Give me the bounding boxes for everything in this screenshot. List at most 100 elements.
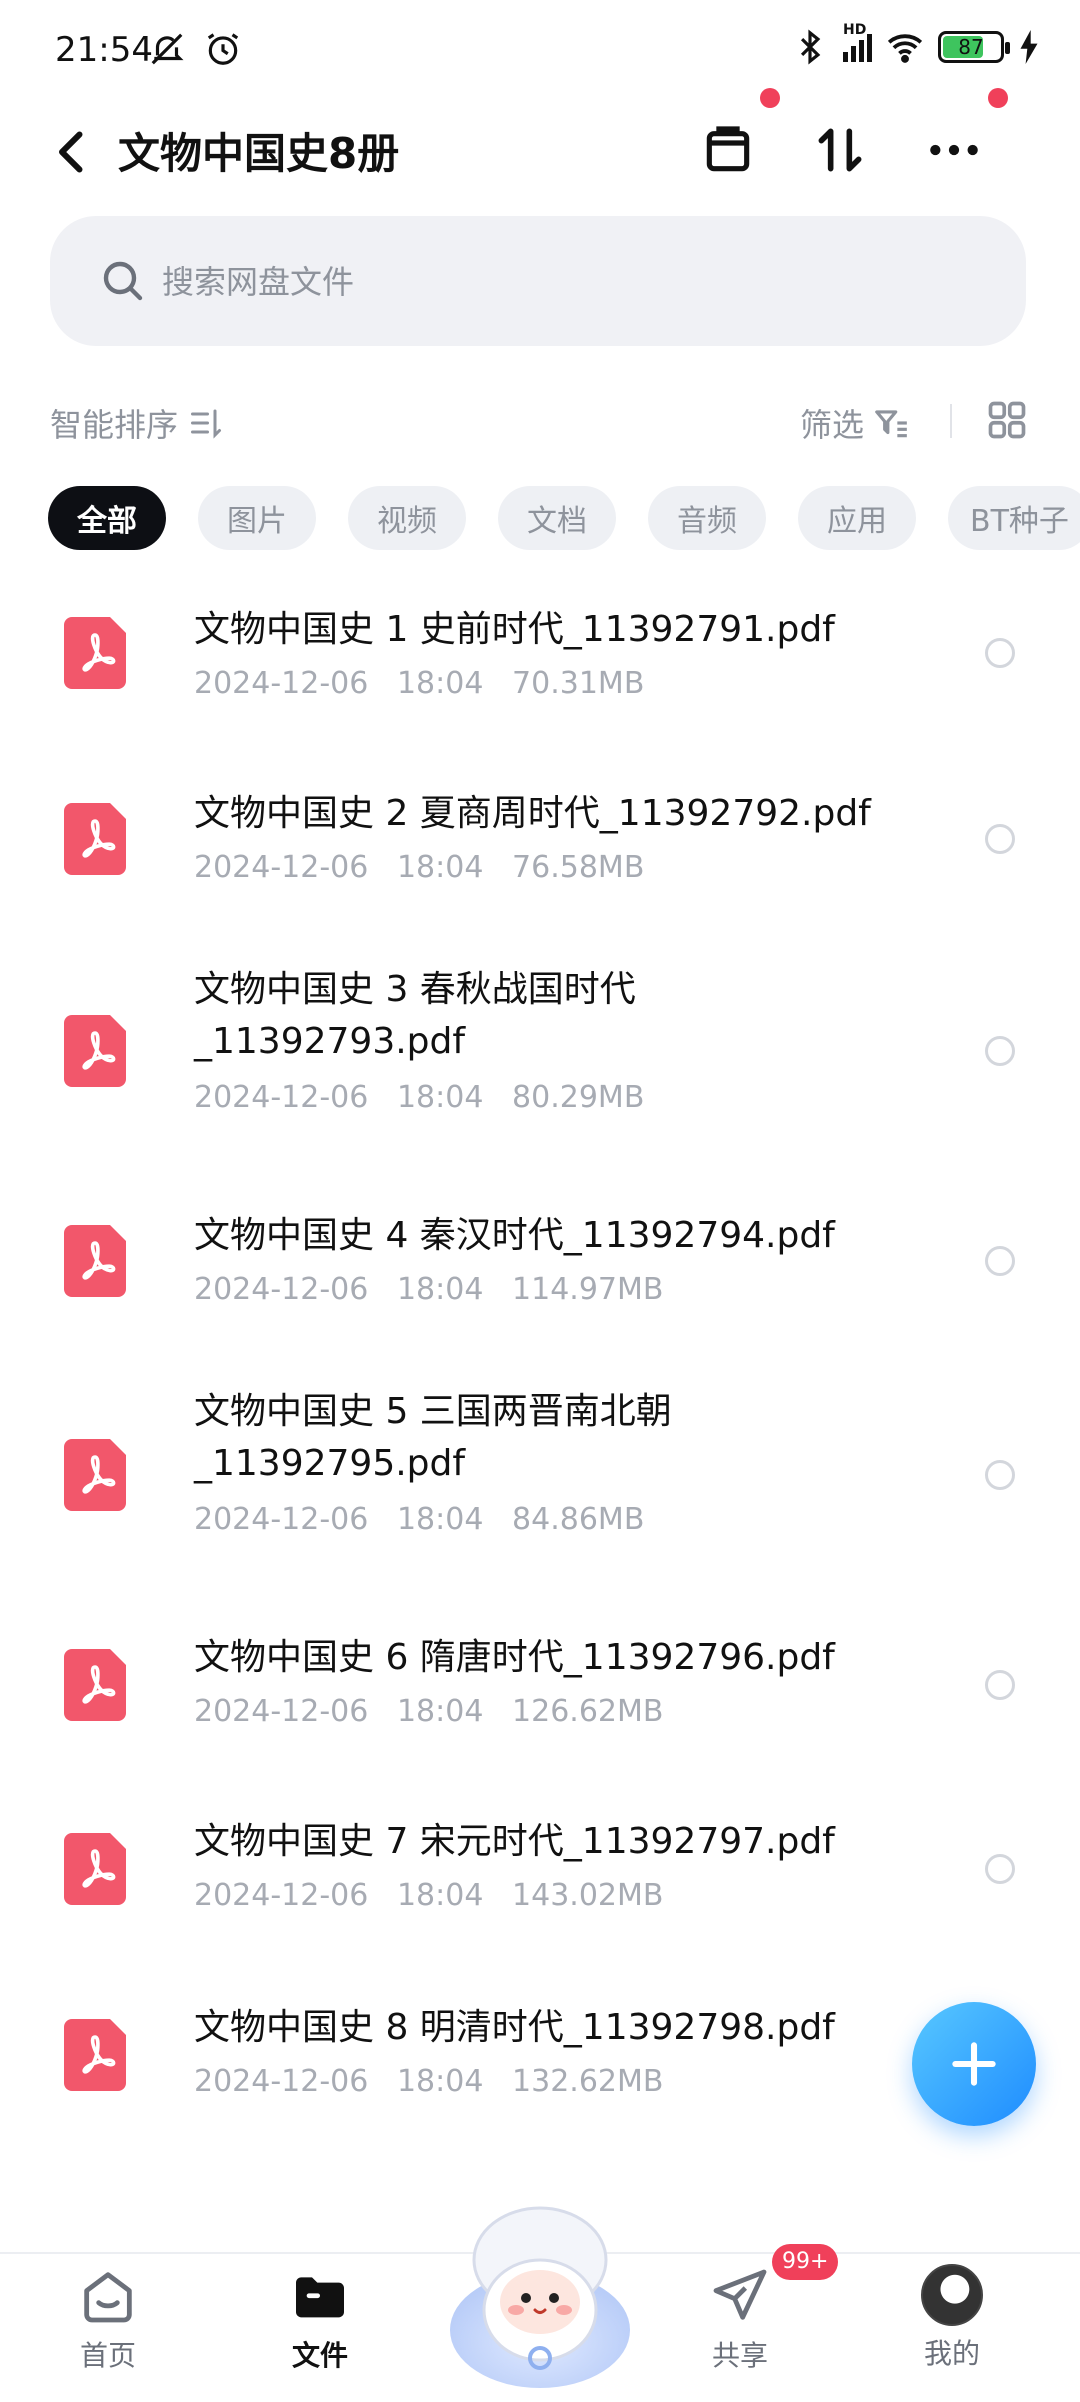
paper-plane-icon xyxy=(713,2269,767,2320)
file-date: 2024-12-06 xyxy=(194,1502,369,1537)
pdf-file-icon xyxy=(64,803,126,875)
battery-percent: 87 xyxy=(958,35,984,59)
add-button[interactable] xyxy=(912,2002,1036,2126)
file-date: 2024-12-06 xyxy=(194,1694,369,1729)
file-row[interactable]: 文物中国史 5 三国两晋南北朝_11392795.pdf 2024-12-06 … xyxy=(0,1356,1080,1594)
chip-documents[interactable]: 文档 xyxy=(498,486,616,550)
file-name: 文物中国史 7 宋元时代_11392797.pdf xyxy=(194,1821,835,1862)
file-name: 文物中国史 6 隋唐时代_11392796.pdf xyxy=(194,1637,835,1678)
nav-mine[interactable]: 我的 xyxy=(882,2264,1022,2394)
file-date: 2024-12-06 xyxy=(194,1272,369,1307)
category-chips: 全部 图片 视频 文档 音频 应用 BT种子 xyxy=(48,486,1080,550)
cellular-signal-icon: HD xyxy=(843,22,872,62)
file-date: 2024-12-06 xyxy=(194,666,369,701)
network-type-label: HD xyxy=(843,22,867,38)
more-button[interactable] xyxy=(918,114,990,186)
file-size: 132.62MB xyxy=(512,2064,664,2099)
filter-icon xyxy=(875,410,907,438)
file-time: 18:04 xyxy=(396,850,484,885)
chip-videos[interactable]: 视频 xyxy=(348,486,466,550)
file-name: 文物中国史 3 春秋战国时代_11392793.pdf xyxy=(194,969,636,1062)
notification-dot xyxy=(760,88,780,108)
pdf-file-icon xyxy=(64,1833,126,1905)
grid-view-icon[interactable] xyxy=(985,398,1029,442)
file-meta: 2024-12-06 18:04 76.58MB xyxy=(194,850,644,885)
pdf-file-icon xyxy=(64,1225,126,1297)
search-bar[interactable] xyxy=(50,216,1026,348)
file-size: 80.29MB xyxy=(512,1080,645,1115)
divider xyxy=(950,404,952,438)
notification-dot xyxy=(988,88,1008,108)
select-radio[interactable] xyxy=(985,824,1015,854)
file-meta: 2024-12-06 18:04 114.97MB xyxy=(194,1272,663,1307)
file-meta: 2024-12-06 18:04 70.31MB xyxy=(194,666,644,701)
file-row[interactable]: 文物中国史 7 宋元时代_11392797.pdf 2024-12-06 18:… xyxy=(0,1780,1080,1966)
file-date: 2024-12-06 xyxy=(194,1080,369,1115)
file-row[interactable]: 文物中国史 4 秦汉时代_11392794.pdf 2024-12-06 18:… xyxy=(0,1170,1080,1356)
assistant-mascot-icon[interactable] xyxy=(438,2190,642,2390)
nav-share-label: 共享 xyxy=(711,2339,768,2372)
pdf-file-icon xyxy=(64,2019,126,2091)
pdf-file-icon xyxy=(64,617,126,689)
top-app-bar: 文物中国史8册 xyxy=(0,88,1080,210)
file-meta: 2024-12-06 18:04 132.62MB xyxy=(194,2064,663,2099)
file-meta: 2024-12-06 18:04 143.02MB xyxy=(194,1878,663,1913)
file-size: 126.62MB xyxy=(512,1694,664,1729)
status-bar: 21:54 HD 87 xyxy=(0,0,1080,100)
transfer-arrows-icon xyxy=(818,128,862,172)
chip-audio[interactable]: 音频 xyxy=(648,486,766,550)
status-time: 21:54 xyxy=(55,30,153,70)
file-name: 文物中国史 8 明清时代_11392798.pdf xyxy=(194,2007,835,2048)
recycle-box-button[interactable] xyxy=(692,114,764,186)
chip-bt-torrents[interactable]: BT种子 xyxy=(948,486,1080,550)
file-row[interactable]: 文物中国史 1 史前时代_11392791.pdf 2024-12-06 18:… xyxy=(0,560,1080,746)
file-date: 2024-12-06 xyxy=(194,850,369,885)
nav-home[interactable]: 首页 xyxy=(38,2264,178,2394)
sort-label: 智能排序 xyxy=(50,406,179,444)
chip-apps[interactable]: 应用 xyxy=(798,486,916,550)
sort-filter-row: 智能排序 筛选 xyxy=(0,390,1080,450)
transfer-button[interactable] xyxy=(804,114,876,186)
file-time: 18:04 xyxy=(396,1878,484,1913)
file-row[interactable]: 文物中国史 3 春秋战国时代_11392793.pdf 2024-12-06 1… xyxy=(0,932,1080,1170)
smart-sort-button[interactable]: 智能排序 xyxy=(50,400,224,446)
nav-home-label: 首页 xyxy=(79,2339,136,2372)
file-time: 18:04 xyxy=(396,1080,484,1115)
file-row[interactable]: 文物中国史 6 隋唐时代_11392796.pdf 2024-12-06 18:… xyxy=(0,1594,1080,1780)
bell-muted-icon xyxy=(151,33,184,65)
file-name: 文物中国史 4 秦汉时代_11392794.pdf xyxy=(194,1215,835,1256)
nav-files[interactable]: 文件 xyxy=(250,2264,390,2394)
select-radio[interactable] xyxy=(985,1246,1015,1276)
bluetooth-icon xyxy=(800,29,821,65)
select-radio[interactable] xyxy=(985,1670,1015,1700)
select-radio[interactable] xyxy=(985,638,1015,668)
file-time: 18:04 xyxy=(396,1272,484,1307)
wifi-icon xyxy=(887,34,923,63)
nav-files-label: 文件 xyxy=(291,2339,348,2372)
pdf-file-icon xyxy=(64,1649,126,1721)
file-meta: 2024-12-06 18:04 84.86MB xyxy=(194,1502,644,1537)
home-icon xyxy=(84,2272,132,2323)
chip-images[interactable]: 图片 xyxy=(198,486,316,550)
sort-icon xyxy=(191,409,222,439)
file-date: 2024-12-06 xyxy=(194,2064,369,2099)
select-radio[interactable] xyxy=(985,1460,1015,1490)
file-size: 143.02MB xyxy=(512,1878,664,1913)
file-name: 文物中国史 1 史前时代_11392791.pdf xyxy=(194,609,835,650)
select-radio[interactable] xyxy=(985,1036,1015,1066)
file-row[interactable]: 文物中国史 2 夏商周时代_11392792.pdf 2024-12-06 18… xyxy=(0,746,1080,932)
chip-all[interactable]: 全部 xyxy=(48,486,166,550)
pdf-file-icon xyxy=(64,1015,126,1087)
pdf-file-icon xyxy=(64,1439,126,1511)
file-name: 文物中国史 2 夏商周时代_11392792.pdf xyxy=(194,793,871,834)
alarm-icon xyxy=(207,33,239,65)
nav-share[interactable]: 共享 xyxy=(670,2264,810,2394)
search-input[interactable] xyxy=(160,216,984,348)
more-dots-icon xyxy=(930,144,978,156)
filter-button[interactable]: 筛选 xyxy=(800,400,910,446)
back-arrow-icon[interactable] xyxy=(42,122,102,182)
select-radio[interactable] xyxy=(985,1854,1015,1884)
file-name: 文物中国史 5 三国两晋南北朝_11392795.pdf xyxy=(194,1391,672,1484)
plus-icon xyxy=(952,2042,996,2086)
search-icon xyxy=(103,261,143,301)
